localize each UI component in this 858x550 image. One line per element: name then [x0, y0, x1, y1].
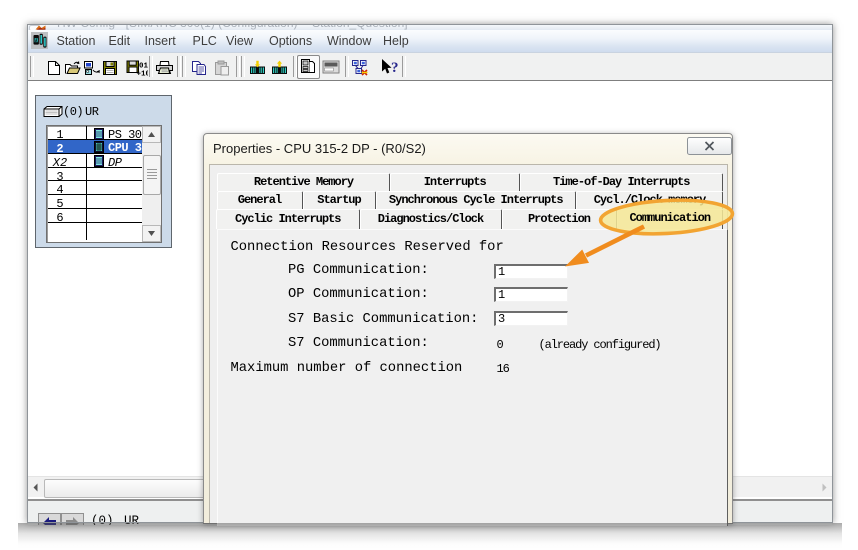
svg-text:+10: +10 [137, 71, 149, 78]
svg-text:?: ? [391, 60, 399, 76]
svg-text:01: 01 [139, 63, 148, 71]
